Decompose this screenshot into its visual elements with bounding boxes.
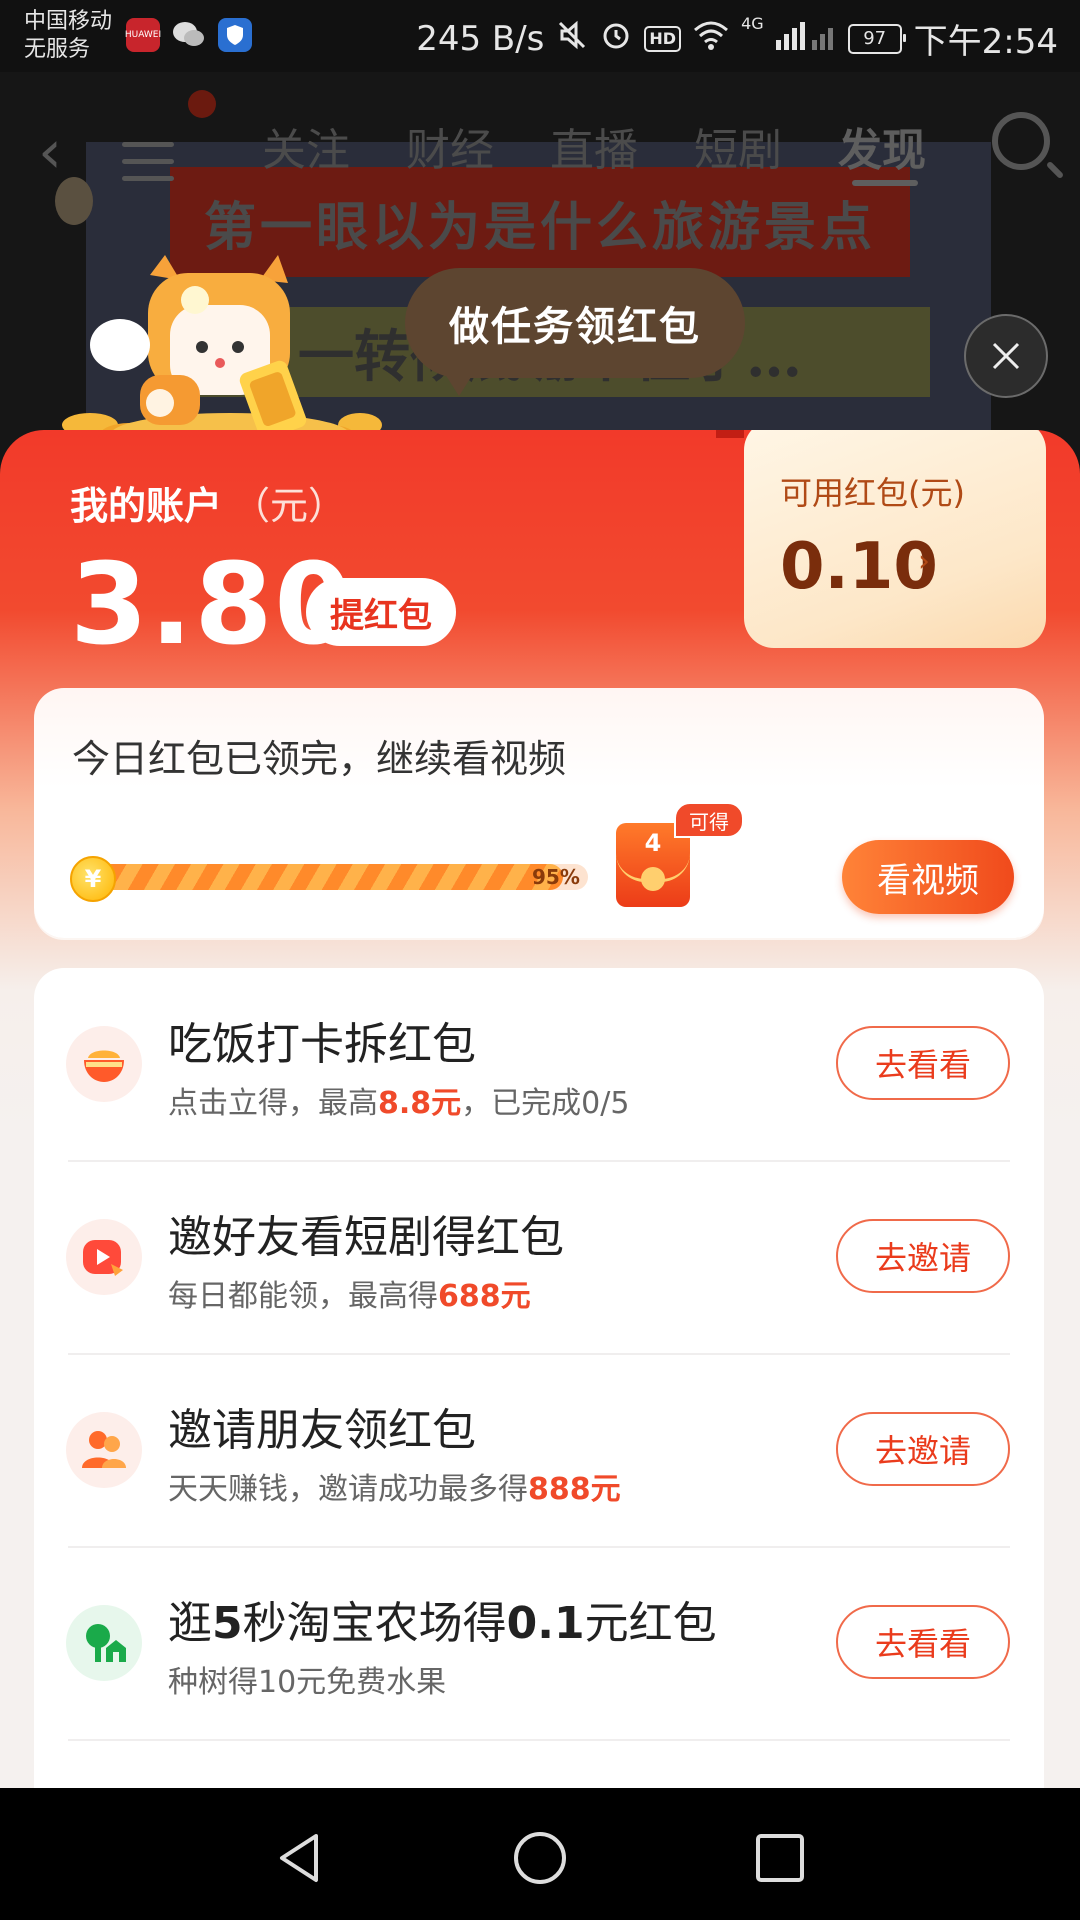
avatar: [55, 177, 93, 225]
progress-percent: 95%: [532, 865, 580, 889]
task-subtitle-text: 天天赚钱，邀请成功最多得: [168, 1472, 528, 1507]
available-redpack-title: 可用红包(元): [780, 474, 965, 512]
hd-icon: HD: [644, 25, 682, 52]
home-circle-icon: [514, 1832, 566, 1884]
available-redpack-card[interactable]: 可用红包(元) 0.10 ›: [744, 430, 1046, 648]
task-reward: 688元: [438, 1279, 531, 1314]
task-title-part: 元红包: [584, 1598, 717, 1649]
task-title-amount: 0.1: [506, 1598, 585, 1649]
battery-icon: 97: [847, 23, 906, 54]
mute-icon: [556, 19, 588, 58]
menu-icon: [122, 142, 174, 193]
task-title: 邀请朋友领红包: [168, 1405, 476, 1456]
net-speed: 245 B/s: [416, 18, 545, 59]
wifi-icon: [693, 20, 729, 57]
available-redpack-value: 0.10: [780, 530, 938, 604]
video-play-icon: [66, 1219, 142, 1295]
battery-level: 97: [863, 28, 887, 49]
friends-icon: [66, 1412, 142, 1488]
tab-live: 直播: [550, 125, 638, 176]
status-indicators: 245 B/s HD 4G 97 下午2:54: [416, 14, 1058, 63]
task-item: 吃饭打卡拆红包 点击立得，最高8.8元，已完成0/5 去看看: [34, 968, 1044, 1161]
recents-square-icon: [756, 1834, 804, 1882]
huawei-icon-label: HUAWEI: [124, 30, 162, 40]
divider: [68, 1739, 1010, 1741]
progress-title: 今日红包已领完，继续看视频: [72, 737, 567, 781]
clock: 下午2:54: [913, 22, 1058, 62]
back-arrow-icon: ‹: [38, 117, 62, 187]
tree-farm-icon: [66, 1605, 142, 1681]
back-triangle-icon: [280, 1834, 318, 1882]
status-bar: 中国移动 无服务 HUAWEI 245 B/s HD 4G 97 下午2:54: [0, 0, 1080, 72]
task-title: 邀好友看短剧得红包: [168, 1212, 564, 1263]
tab-finance: 财经: [406, 125, 494, 176]
wechat-icon: [172, 18, 206, 52]
signal-icon: [775, 20, 836, 57]
task-reward: 888元: [528, 1472, 621, 1507]
notification-icons: HUAWEI: [124, 18, 252, 52]
system-navigation-bar: [0, 1788, 1080, 1920]
tab-underline: [852, 180, 918, 186]
close-icon: [992, 342, 1020, 370]
task-bubble: 做任务领红包: [405, 268, 745, 396]
carrier-service: 无服务: [24, 37, 91, 62]
account-title-text: 我的账户: [70, 484, 223, 528]
tab-follow: 关注: [262, 125, 350, 176]
alarm-icon: [600, 19, 632, 58]
go-look-button[interactable]: 去看看: [836, 1026, 1010, 1100]
watch-video-button[interactable]: 看视频: [842, 840, 1014, 914]
close-button[interactable]: [964, 314, 1048, 398]
back-button[interactable]: [270, 1828, 330, 1888]
task-title: 吃饭打卡拆红包: [168, 1019, 476, 1070]
task-subtitle: 种树得10元免费水果: [168, 1657, 446, 1701]
notification-dot: [188, 90, 216, 118]
task-item: 邀好友看短剧得红包 每日都能领，最高得688元 去邀请: [34, 1161, 1044, 1354]
cat-mascot-illustration: [30, 255, 410, 457]
recents-button[interactable]: [750, 1828, 810, 1888]
go-look-button[interactable]: 去看看: [836, 1605, 1010, 1679]
task-title: 逛5秒淘宝农场得0.1元红包: [168, 1587, 717, 1651]
progress-card: 今日红包已领完，继续看视频 95% ¥ 4 可得 看视频: [34, 688, 1044, 938]
huawei-icon: HUAWEI: [124, 18, 162, 52]
invite-button[interactable]: 去邀请: [836, 1412, 1010, 1486]
task-subtitle-suffix: ，已完成0/5: [461, 1086, 630, 1121]
progress-fill: [78, 864, 563, 890]
withdraw-button[interactable]: 提红包: [306, 578, 456, 646]
task-list: 吃饭打卡拆红包 点击立得，最高8.8元，已完成0/5 去看看 邀好友看短剧得红包…: [34, 968, 1044, 1788]
task-subtitle-text: 每日都能领，最高得: [168, 1279, 438, 1314]
chevron-right-icon: ›: [918, 544, 930, 579]
coin-icon: ¥: [70, 856, 116, 902]
task-title-seconds: 5: [212, 1598, 243, 1649]
invite-button[interactable]: 去邀请: [836, 1219, 1010, 1293]
task-subtitle-text: 点击立得，最高: [168, 1086, 378, 1121]
search-icon: [992, 112, 1050, 170]
reward-sheet: 我的账户 （元） 3.80 提红包 可用红包(元) 0.10 › 今日红包已领完，…: [0, 430, 1080, 1788]
carrier-name: 中国移动: [24, 9, 113, 34]
task-item: 邀请朋友领红包 天天赚钱，邀请成功最多得888元 去邀请: [34, 1354, 1044, 1547]
network-type: 4G: [741, 14, 764, 33]
tab-short-drama: 短剧: [694, 125, 782, 176]
shield-icon: [218, 18, 252, 52]
bowl-icon: [66, 1026, 142, 1102]
carrier-info: 中国移动 无服务: [24, 8, 112, 64]
task-subtitle: 点击立得，最高8.8元，已完成0/5: [168, 1078, 629, 1122]
tab-discover: 发现: [838, 125, 926, 176]
ribbon-decoration: [716, 430, 744, 438]
task-title-part: 逛: [168, 1598, 212, 1649]
task-reward: 8.8元: [378, 1086, 462, 1121]
account-unit: （元）: [232, 484, 347, 528]
available-badge: 可得: [674, 802, 744, 838]
progress-bar: [78, 864, 588, 890]
home-button[interactable]: [510, 1828, 570, 1888]
task-title-part: 秒淘宝农场得: [242, 1598, 507, 1649]
task-subtitle: 每日都能领，最高得688元: [168, 1271, 531, 1315]
account-title: 我的账户 （元）: [70, 475, 346, 530]
task-item: 逛5秒淘宝农场得0.1元红包 种树得10元免费水果 去看看: [34, 1547, 1044, 1740]
task-subtitle: 天天赚钱，邀请成功最多得888元: [168, 1464, 621, 1508]
task-subtitle-text: 种树得10元免费水果: [168, 1665, 447, 1700]
